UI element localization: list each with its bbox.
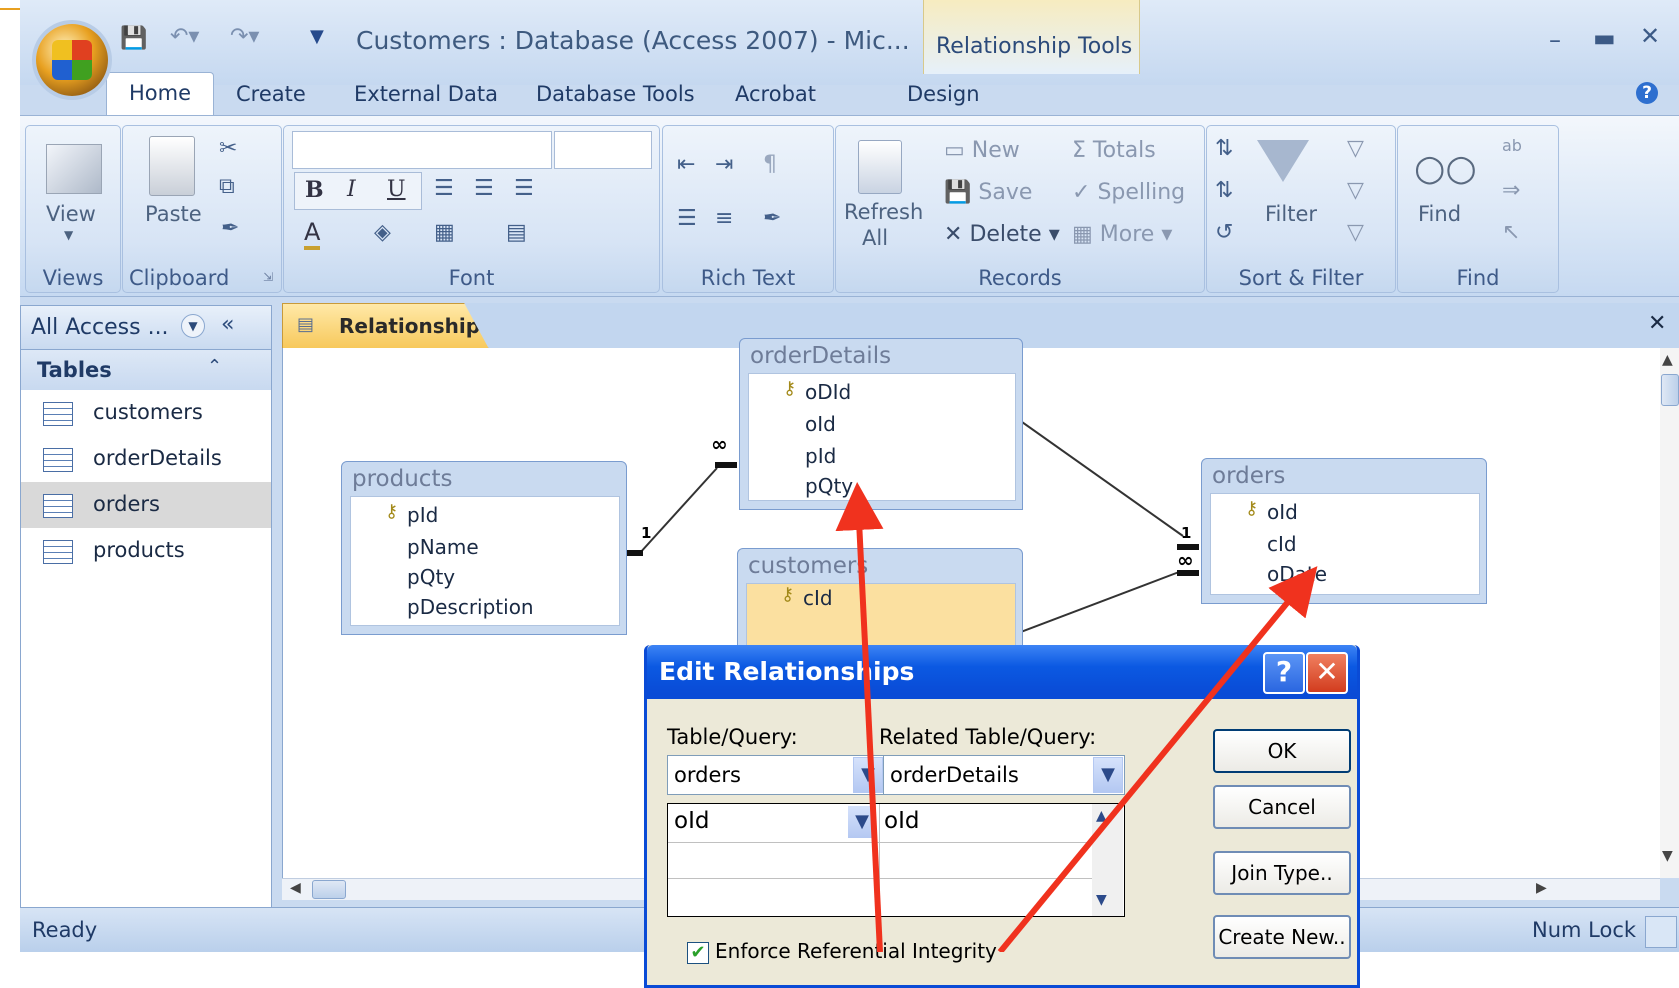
annotation-arrows — [835, 482, 1318, 952]
arrow-to-orders-oid — [997, 566, 1318, 952]
office-logo-icon — [52, 40, 92, 80]
arrow-to-orderdetails-oid — [835, 482, 884, 952]
office-button[interactable] — [36, 24, 108, 96]
